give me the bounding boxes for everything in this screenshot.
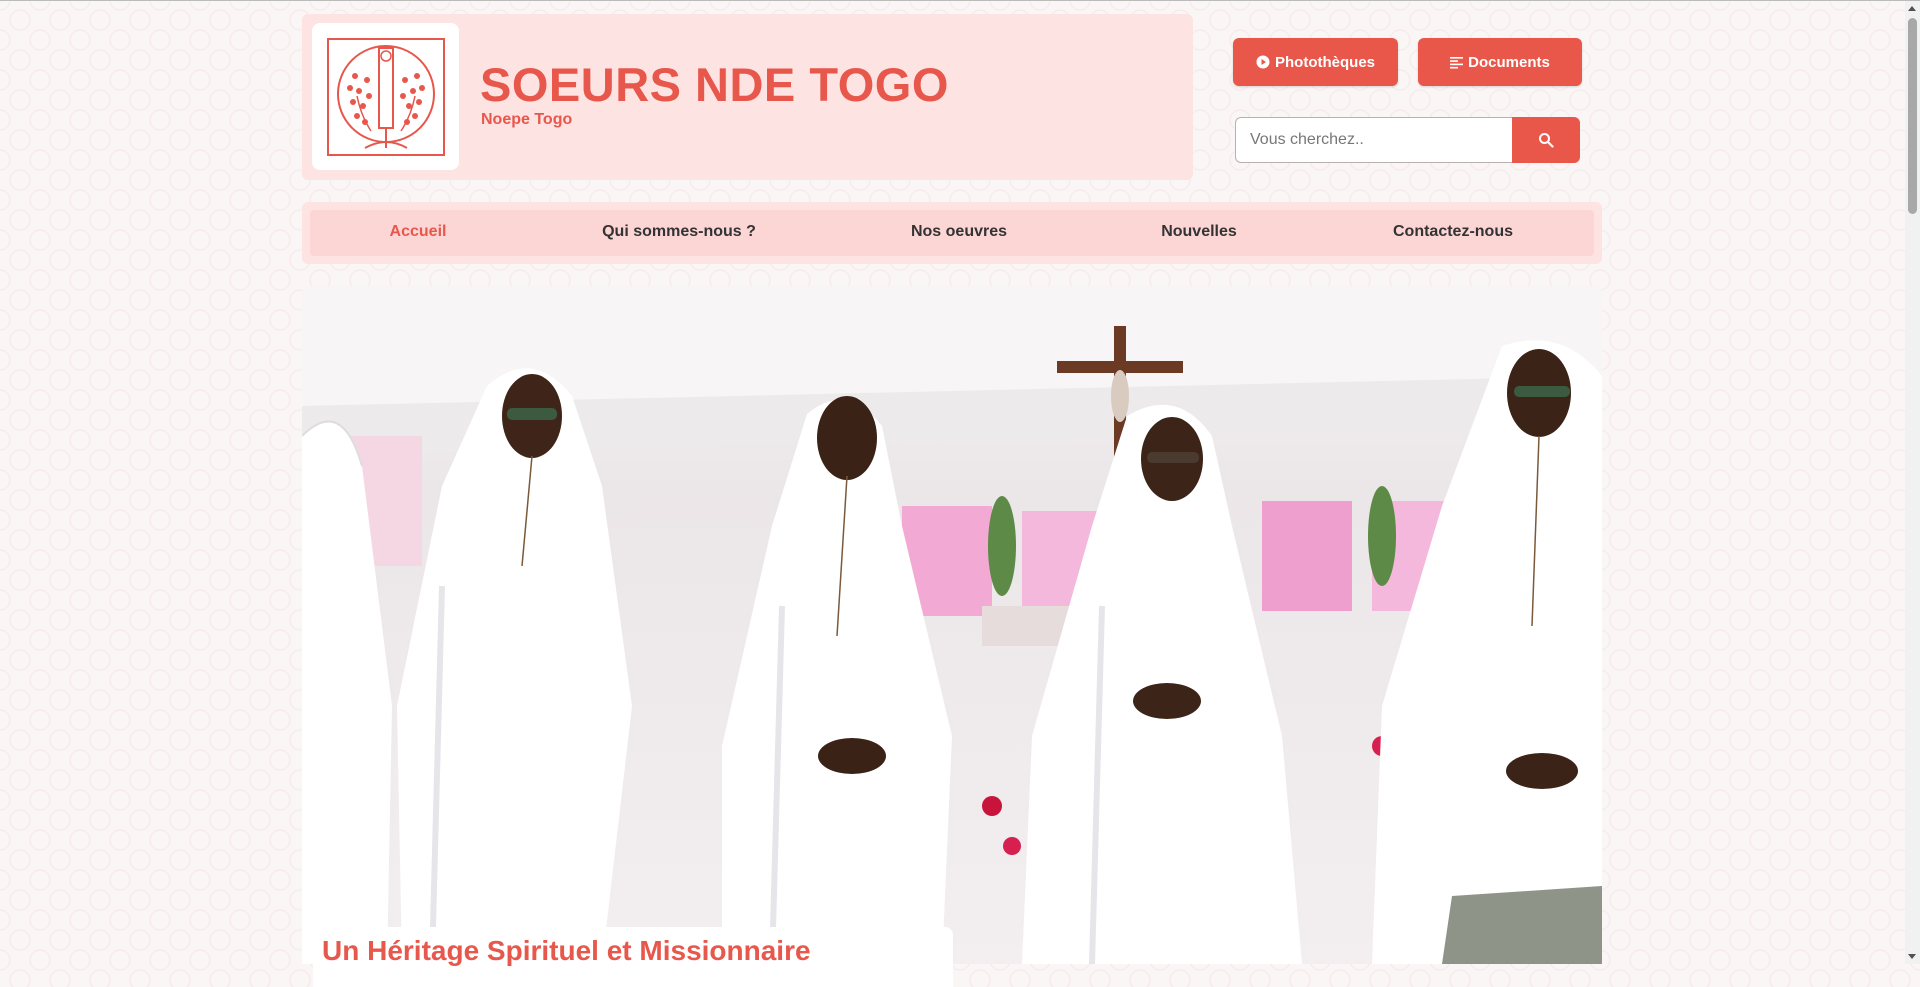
nav-item-qui-sommes-nous[interactable]: Qui sommes-nous ? xyxy=(602,223,756,241)
main-navigation: Accueil Qui sommes-nous ? Nos oeuvres No… xyxy=(302,202,1602,264)
align-left-icon xyxy=(1450,56,1464,68)
phototheques-button[interactable]: Photothèques xyxy=(1233,38,1398,86)
hero-slider[interactable] xyxy=(302,286,1602,964)
nav-item-nouvelles[interactable]: Nouvelles xyxy=(1161,223,1237,241)
phototheques-label: Photothèques xyxy=(1275,53,1375,71)
search-icon xyxy=(1539,133,1554,148)
nav-item-contactez-nous[interactable]: Contactez-nous xyxy=(1393,223,1513,241)
nav-item-nos-oeuvres[interactable]: Nos oeuvres xyxy=(911,223,1007,241)
hero-photo xyxy=(302,286,1602,964)
search-button[interactable] xyxy=(1512,117,1580,163)
nde-emblem-icon xyxy=(326,37,445,156)
documents-label: Documents xyxy=(1468,53,1550,71)
scrollbar-thumb[interactable] xyxy=(1908,18,1917,214)
search-input[interactable] xyxy=(1235,117,1512,163)
site-subtitle: Noepe Togo xyxy=(481,111,573,128)
site-logo[interactable] xyxy=(312,23,459,170)
scroll-up-arrow-icon[interactable] xyxy=(1908,6,1916,11)
documents-button[interactable]: Documents xyxy=(1418,38,1582,86)
play-circle-icon xyxy=(1256,55,1270,69)
site-title[interactable]: SOEURS NDE TOGO xyxy=(480,57,949,112)
nav-item-accueil[interactable]: Accueil xyxy=(390,223,447,241)
search-form xyxy=(1235,117,1580,163)
scroll-down-arrow-icon[interactable] xyxy=(1908,954,1916,959)
vertical-scrollbar[interactable] xyxy=(1905,1,1920,964)
hero-caption-title[interactable]: Un Héritage Spirituel et Missionnaire xyxy=(322,935,811,967)
